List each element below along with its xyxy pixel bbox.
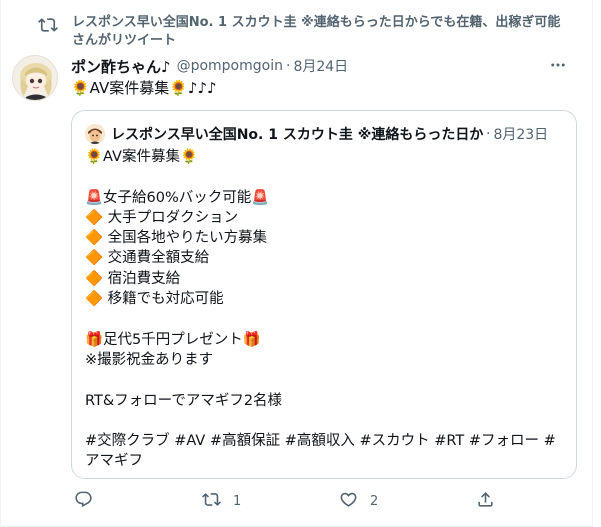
- author-name[interactable]: ポン酢ちゃん♪: [71, 56, 171, 77]
- quoted-line: ※撮影祝金あります: [85, 351, 214, 368]
- more-options-icon[interactable]: [545, 52, 571, 78]
- author-handle[interactable]: @pompomgoin: [177, 58, 283, 74]
- heart-icon: [339, 490, 358, 513]
- quoted-line: [85, 411, 565, 431]
- tweet-actions: 1 2: [71, 490, 581, 514]
- retweet-context: レスポンス早い全国No. 1 スカウト圭 ※連絡もらった日からでも在籍、出稼ぎ可…: [38, 14, 578, 50]
- share-icon: [476, 490, 495, 513]
- quoted-tweet-date: 8月23日: [493, 127, 549, 143]
- quoted-tweet[interactable]: レスポンス早い全国No. 1 スカウト圭 ※連絡もらった日か · 8月23日 🌻…: [71, 110, 577, 479]
- reply-button[interactable]: [74, 490, 105, 513]
- retweet-button[interactable]: 1: [202, 490, 241, 513]
- retweeter-link[interactable]: レスポンス早い全国No. 1 スカウト圭 ※連絡もらった日からでも在籍、出稼ぎ可…: [72, 14, 572, 50]
- separator: ·: [486, 126, 491, 142]
- retweet-icon: [38, 15, 58, 35]
- quoted-line: 🎁足代5千円プレゼント🎁: [85, 331, 261, 348]
- tweet-card[interactable]: レスポンス早い全国No. 1 スカウト圭 ※連絡もらった日からでも在籍、出稼ぎ可…: [0, 0, 601, 527]
- avatar[interactable]: [12, 55, 58, 101]
- quoted-author-name: レスポンス早い全国No. 1 スカウト圭 ※連絡もらった日か: [111, 127, 483, 143]
- like-count: 2: [370, 494, 379, 509]
- retweet-count: 1: [233, 494, 242, 509]
- like-button[interactable]: 2: [339, 490, 378, 513]
- quoted-line: 🔶 大手プロダクション: [85, 209, 239, 226]
- quoted-line: [85, 167, 565, 187]
- tweet-header: ポン酢ちゃん♪ @pompomgoin · 8月24日: [71, 56, 348, 76]
- tweet-date[interactable]: 8月24日: [293, 56, 348, 76]
- quoted-line: 🌻AV案件募集🌻: [85, 149, 199, 165]
- hashtags: #交際クラブ #AV #高額保証 #高額収入 #スカウト #RT #フォロー #…: [85, 433, 556, 470]
- tweet-text: 🌻AV案件募集🌻♪♪♪: [71, 79, 217, 97]
- quoted-line: 🔶 移籍でも対応可能: [85, 291, 224, 308]
- quoted-line: 🚨女子給60%バック可能🚨: [85, 189, 270, 206]
- divider: [0, 0, 1, 527]
- quoted-line: [85, 309, 565, 329]
- separator: ·: [285, 58, 291, 74]
- divider: [592, 0, 593, 527]
- quoted-line: RT&フォローでアマギフ2名様: [85, 392, 283, 409]
- quoted-line: 🔶 交通費全額支給: [85, 250, 210, 267]
- quoted-tweet-text: 🌻AV案件募集🌻 🚨女子給60%バック可能🚨 🔶 大手プロダクション 🔶 全国各…: [85, 147, 565, 472]
- quoted-line: [85, 370, 565, 390]
- retweet-icon: [202, 490, 221, 513]
- quoted-line: 🔶 宿泊費支給: [85, 270, 181, 287]
- quoted-avatar: [85, 124, 105, 144]
- share-button[interactable]: [476, 490, 507, 513]
- reply-icon: [74, 490, 93, 513]
- quoted-tweet-header: レスポンス早い全国No. 1 スカウト圭 ※連絡もらった日か · 8月23日: [85, 123, 565, 145]
- quoted-line: 🔶 全国各地やりたい方募集: [85, 230, 268, 247]
